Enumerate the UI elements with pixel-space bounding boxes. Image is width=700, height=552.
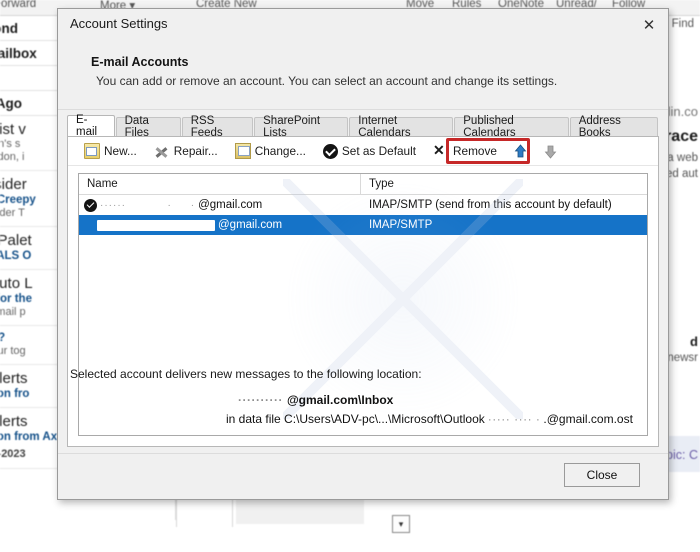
selected-account-label: Selected account delivers new messages t… (70, 367, 422, 381)
change-button[interactable]: Change... (229, 140, 312, 162)
tab-data-files[interactable]: Data Files (115, 115, 181, 139)
account-settings-dialog: Account Settings ✕ E-mail Accounts You c… (57, 8, 669, 500)
column-header-type[interactable]: Type (361, 174, 647, 194)
find-label[interactable]: Find (672, 18, 694, 30)
repair-label: Repair... (173, 144, 218, 158)
account-type-cell: IMAP/SMTP (send from this account by def… (369, 199, 612, 211)
reading-pane-body-line-3: d (690, 334, 698, 349)
move-up-button[interactable] (508, 141, 533, 162)
header-divider (58, 109, 668, 110)
repair-button[interactable]: Repair... (148, 140, 224, 162)
reading-pane-subject: race (665, 128, 698, 145)
close-icon[interactable]: ✕ (636, 14, 662, 36)
message-date: 20-11-2023 (0, 448, 26, 460)
set-default-icon (322, 143, 338, 159)
account-name-cell: ······ · · @gmail.com (84, 198, 369, 212)
dialog-title-bar: Account Settings ✕ (58, 9, 668, 39)
ribbon-item-forward[interactable]: Forward (0, 0, 36, 10)
redacted-name: ······ · · (100, 199, 196, 211)
tab-email[interactable]: E-mail (67, 114, 115, 138)
dialog-title: Account Settings (70, 16, 168, 31)
arrow-up-icon (514, 143, 527, 159)
account-name-cell: @gmail.com (84, 219, 369, 231)
set-as-default-button[interactable]: Set as Default (317, 141, 422, 162)
column-header-name[interactable]: Name (79, 174, 361, 194)
repair-icon (154, 143, 170, 159)
dialog-footer: Close (58, 453, 668, 499)
tab-rss-feeds[interactable]: RSS Feeds (181, 115, 254, 139)
account-toolbar: New... Repair... Change... Set as Defaul… (68, 137, 658, 166)
default-account-check-icon (84, 198, 97, 212)
tab-address-books[interactable]: Address Books (569, 115, 659, 139)
table-row[interactable]: @gmail.com IMAP/SMTP (79, 215, 647, 235)
dialog-header: E-mail Accounts You can add or remove an… (58, 39, 668, 115)
delivery-location: ·········· @gmail.com\Inbox (238, 393, 393, 407)
change-icon (234, 143, 251, 159)
data-file-suffix: .@gmail.com.ost (543, 412, 633, 426)
remove-icon: ✕ (433, 142, 445, 158)
remove-label: Remove (453, 144, 497, 158)
tab-internet-calendars[interactable]: Internet Calendars (349, 115, 454, 139)
header-title: E-mail Accounts (91, 55, 189, 69)
reading-pane-body-line-4: newsr (667, 352, 698, 364)
new-account-label: New... (104, 144, 137, 158)
set-as-default-label: Set as Default (341, 144, 416, 158)
table-row[interactable]: ······ · · @gmail.com IMAP/SMTP (send fr… (79, 195, 647, 215)
change-label: Change... (254, 144, 306, 158)
delivery-location-suffix: @gmail.com\Inbox (286, 393, 394, 407)
move-down-button[interactable] (538, 141, 563, 162)
new-account-button[interactable]: New... (78, 140, 143, 162)
accounts-list-header: Name Type (79, 174, 647, 195)
account-name-suffix: @gmail.com (218, 219, 283, 231)
new-account-icon (84, 143, 100, 159)
account-name-suffix: @gmail.com (198, 199, 263, 211)
redacted-path-segment: ····· ···· · (487, 412, 541, 426)
data-file-path: in data file C:\Users\ADV-pc\...\Microso… (226, 412, 633, 426)
header-subtitle: You can add or remove an account. You ca… (96, 74, 558, 88)
peek-panel (236, 498, 364, 524)
close-button[interactable]: Close (564, 463, 640, 487)
tab-strip: E-mail Data Files RSS Feeds SharePoint L… (67, 114, 659, 139)
tab-published-calendars[interactable]: Published Calendars (454, 115, 569, 139)
account-type-cell: IMAP/SMTP (369, 219, 433, 231)
redacted-location-name: ·········· (238, 393, 283, 407)
arrow-down-icon (544, 144, 557, 159)
remove-button[interactable]: ✕ Remove (427, 140, 503, 162)
status-bar (0, 520, 700, 552)
data-file-prefix: in data file C:\Users\ADV-pc\...\Microso… (226, 412, 485, 426)
redacted-name (97, 219, 215, 231)
chevron-down-icon[interactable]: ▾ (392, 515, 410, 533)
tab-sharepoint-lists[interactable]: SharePoint Lists (254, 115, 349, 139)
